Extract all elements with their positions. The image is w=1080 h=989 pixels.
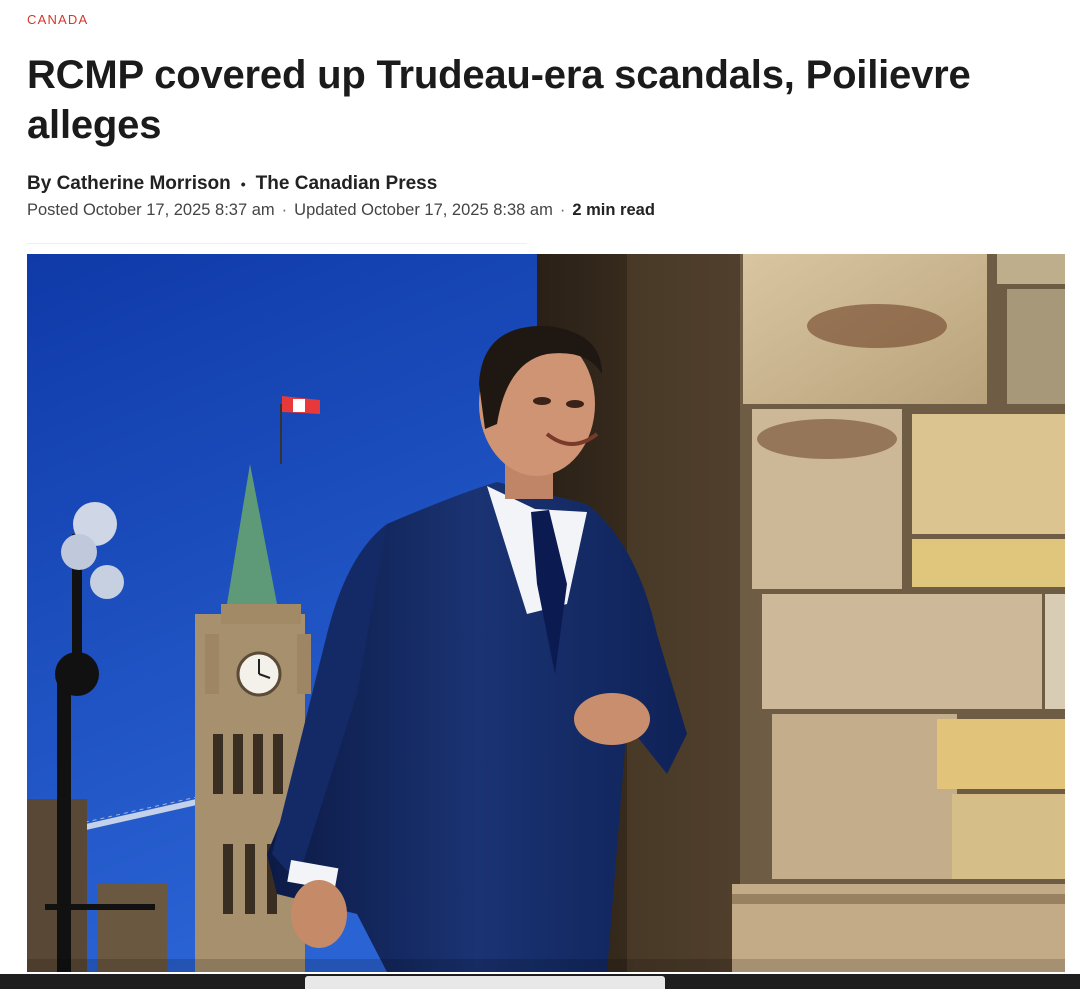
- article: CANADA RCMP covered up Trudeau-era scand…: [0, 0, 1080, 989]
- meta-separator: ·: [281, 201, 288, 219]
- divider: [27, 243, 527, 244]
- byline: By Catherine Morrison • The Canadian Pre…: [27, 173, 437, 195]
- byline-separator: •: [240, 176, 246, 192]
- bottom-bar: [0, 974, 1080, 989]
- meta-separator: ·: [559, 201, 566, 219]
- read-time: 2 min read: [572, 201, 655, 219]
- headline: RCMP covered up Trudeau-era scandals, Po…: [27, 53, 971, 147]
- stone-wall: [732, 254, 1065, 972]
- updated-date: Updated October 17, 2025 8:38 am: [294, 201, 553, 219]
- category-link[interactable]: CANADA: [27, 12, 88, 27]
- bottom-bar-tab: [305, 976, 665, 989]
- article-meta: Posted October 17, 2025 8:37 am · Update…: [27, 201, 655, 220]
- outlet-link[interactable]: The Canadian Press: [256, 173, 438, 195]
- posted-date: Posted October 17, 2025 8:37 am: [27, 201, 275, 219]
- lead-photo[interactable]: [27, 254, 1065, 972]
- author-link[interactable]: By Catherine Morrison: [27, 173, 231, 195]
